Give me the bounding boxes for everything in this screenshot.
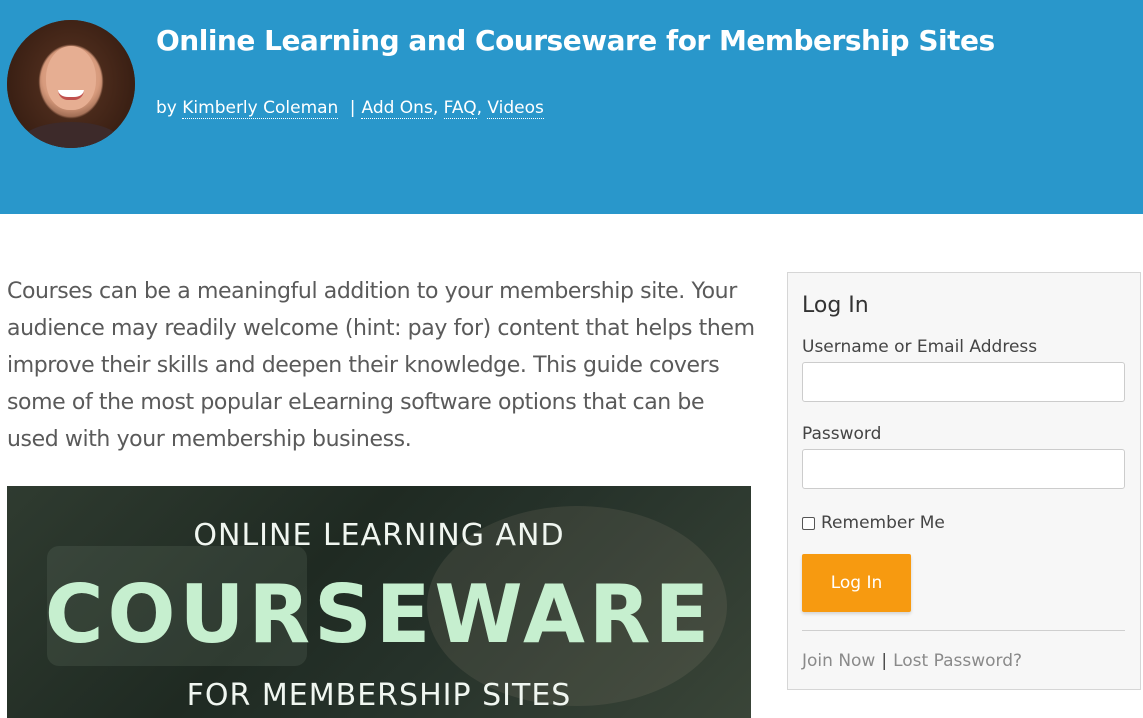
login-button[interactable]: Log In (802, 554, 911, 612)
join-now-link[interactable]: Join Now (802, 651, 875, 671)
remember-me[interactable]: Remember Me (802, 513, 945, 533)
featured-image-line3: FOR MEMBERSHIP SITES (186, 678, 572, 713)
category-link-videos[interactable]: Videos (487, 98, 544, 119)
author-link[interactable]: Kimberly Coleman (182, 98, 339, 119)
divider (802, 630, 1125, 631)
category-comma: , (476, 98, 482, 118)
category-link-faq[interactable]: FAQ (443, 98, 477, 119)
category-comma: , (432, 98, 439, 118)
password-input[interactable] (802, 449, 1125, 489)
remember-me-label: Remember Me (821, 513, 945, 533)
login-heading: Log In (802, 293, 869, 318)
featured-image-line2: COURSEWARE (44, 568, 714, 661)
byline: by Kimberly Coleman | Add Ons, FAQ, Video… (156, 98, 544, 119)
category-link-add-ons[interactable]: Add Ons (361, 98, 433, 119)
byline-separator: | (349, 98, 356, 118)
author-avatar (7, 20, 135, 148)
links-separator: | (881, 651, 888, 671)
page-title: Online Learning and Courseware for Membe… (156, 24, 995, 57)
username-label: Username or Email Address (802, 337, 1038, 357)
byline-prefix: by (156, 98, 177, 118)
username-input[interactable] (802, 362, 1125, 402)
featured-image-line1: ONLINE LEARNING AND (193, 518, 565, 553)
header-banner: Online Learning and Courseware for Membe… (0, 0, 1143, 214)
login-links: Join Now | Lost Password? (802, 651, 1022, 671)
featured-image: ONLINE LEARNING AND COURSEWARE FOR MEMBE… (7, 486, 751, 718)
password-label: Password (802, 424, 882, 444)
remember-me-checkbox[interactable] (802, 516, 815, 530)
login-widget: Log In Username or Email Address Passwor… (787, 272, 1141, 690)
intro-paragraph: Courses can be a meaningful addition to … (7, 279, 755, 452)
lost-password-link[interactable]: Lost Password? (893, 651, 1022, 671)
